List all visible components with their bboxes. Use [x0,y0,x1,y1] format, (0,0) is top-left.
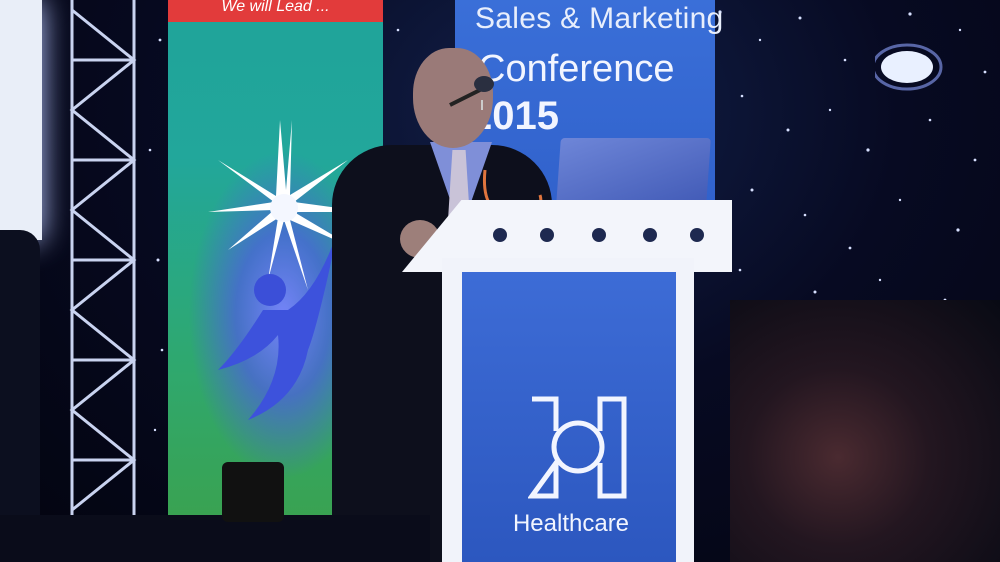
stage-lamp [222,462,284,522]
podium-vent [493,228,507,242]
microphone-icon [449,76,494,110]
stage-truss [69,0,137,520]
banner-subtitle: Conference [478,48,675,90]
stage-floor [0,515,430,562]
healthcare-logo-icon [528,396,627,499]
conference-stage-photo: We will Lead ... Sales & Marketing Confe… [0,0,1000,562]
side-screen [0,0,42,240]
podium-brand: Healthcare [512,510,630,537]
banner-title: Sales & Marketing [475,2,724,35]
running-figure-icon [218,230,338,420]
banner-tagline: We will Lead ... [168,0,383,22]
silhouette-left [0,230,40,530]
podium-vent [643,228,657,242]
spotlight-icon [875,43,943,91]
podium-vent [540,228,554,242]
podium-vent [592,228,606,242]
audience [730,300,1000,562]
podium-vent [690,228,704,242]
